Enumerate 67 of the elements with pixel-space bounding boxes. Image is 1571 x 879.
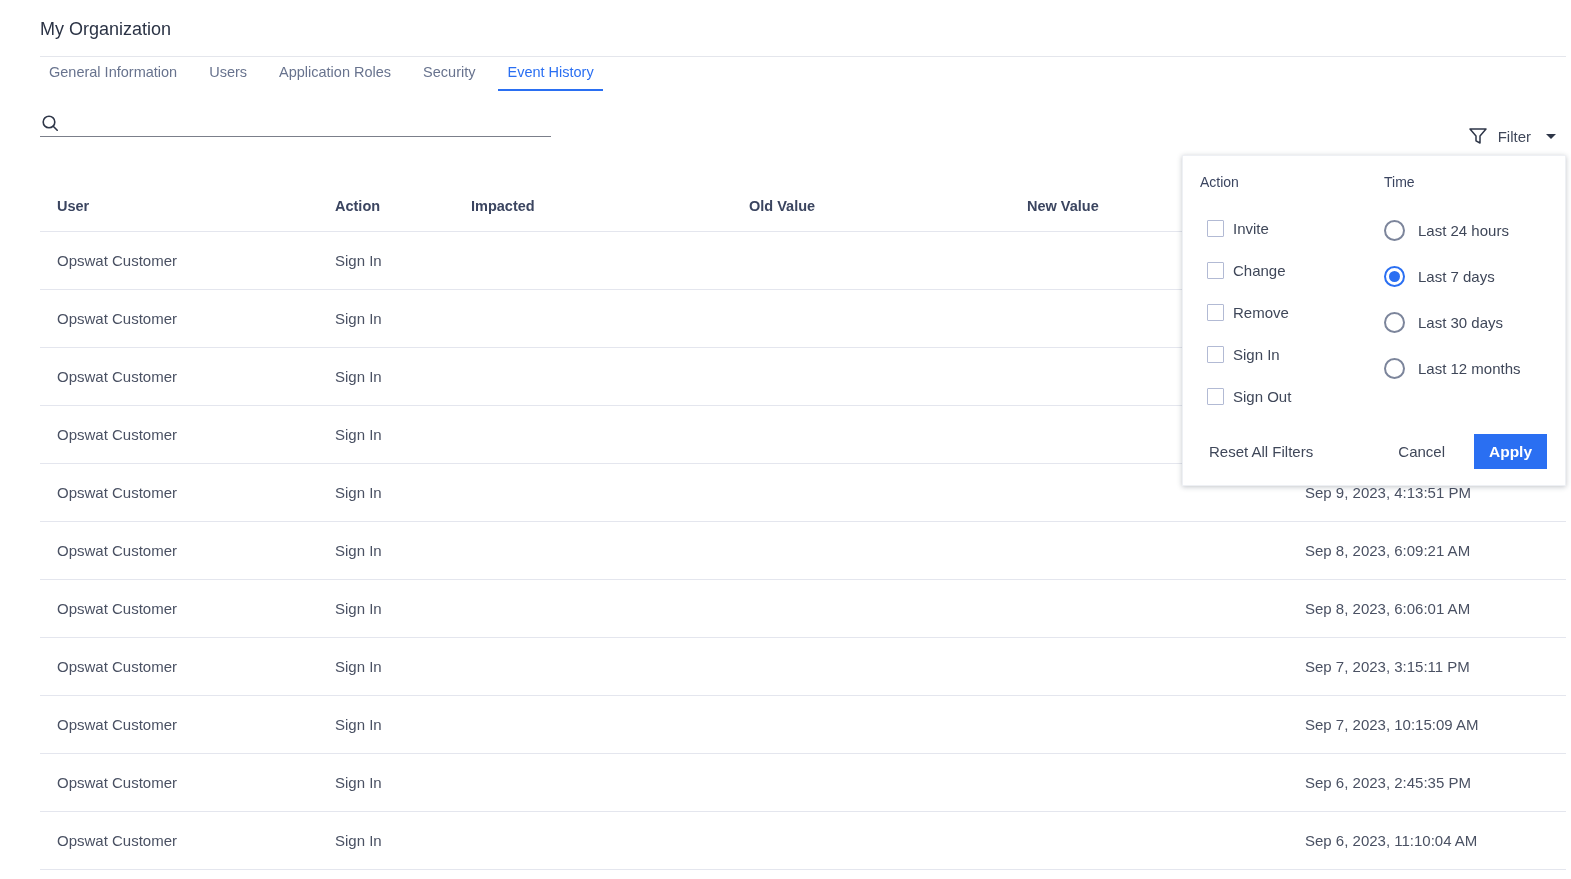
page-title: My Organization [40,18,172,40]
table-cell-text: Sign In [334,716,382,733]
table-cell-text: Sign In [334,426,382,443]
cancel-button[interactable]: Cancel [1389,434,1454,469]
reset-filters-button[interactable]: Reset All Filters [1200,434,1323,469]
radio-button[interactable] [1384,265,1405,287]
table-cell-text: Sign In [334,542,382,559]
table-cell-text: Opswat Customer [56,368,178,385]
table-cell-text: Sign In [334,774,382,791]
table-cell-text: Sep 7, 2023, 10:15:09 AM [1304,716,1479,733]
filter-icon [1468,128,1487,144]
table-cell-text: Opswat Customer [56,484,178,501]
section-heading: Action [1200,174,1239,190]
table-cell-text: Opswat Customer [56,832,178,849]
filter-button[interactable]: Filter [1468,124,1566,148]
tab[interactable]: Application Roles [270,57,401,91]
column-header: Old Value [748,197,816,214]
checkbox-label[interactable]: Remove [1233,303,1289,321]
table-cell-text: Sign In [334,310,382,327]
checkbox[interactable] [1207,261,1224,279]
checkbox-label[interactable]: Invite [1233,219,1269,237]
radio-button[interactable] [1384,357,1405,379]
table-cell-text: Sep 7, 2023, 3:15:11 PM [1304,658,1470,675]
column-header: New Value [1026,197,1099,214]
table-cell-text: Sign In [334,252,382,269]
table-cell-text: Sign In [334,368,382,385]
table-cell-text: Opswat Customer [56,426,178,443]
radio-button[interactable] [1384,219,1405,241]
column-header: User [56,197,90,214]
radio-label[interactable]: Last 24 hours [1418,221,1509,239]
search-icon [42,114,58,131]
checkbox[interactable] [1207,303,1224,321]
section-heading: Time [1384,174,1415,190]
table-cell-text: Sep 8, 2023, 6:06:01 AM [1304,600,1471,617]
table-cell-text: Sign In [334,832,382,849]
radio-button[interactable] [1384,311,1405,333]
table-cell-text: Opswat Customer [56,658,178,675]
column-header: Action [334,197,381,214]
radio-label[interactable]: Last 7 days [1418,267,1495,285]
table-cell-text: Sep 6, 2023, 11:10:04 AM [1304,832,1478,849]
table-cell-text: Opswat Customer [56,252,178,269]
table-cell-text: Sep 9, 2023, 4:13:51 PM [1304,484,1471,501]
tab[interactable]: Users [200,57,257,91]
checkbox-label[interactable]: Sign In [1233,345,1280,363]
table-cell-text: Sep 6, 2023, 2:45:35 PM [1304,774,1471,791]
tab[interactable]: Security [414,57,485,91]
radio-label[interactable]: Last 30 days [1418,313,1504,331]
column-header: Impacted [470,197,535,214]
apply-button[interactable]: Apply [1474,434,1547,469]
table-cell-text: Sep 8, 2023, 6:09:21 AM [1304,542,1471,559]
checkbox[interactable] [1207,219,1224,237]
checkbox[interactable] [1207,387,1224,405]
caret-icon [1546,133,1556,139]
table-cell-text: Opswat Customer [56,542,178,559]
checkbox-label[interactable]: Sign Out [1233,387,1292,405]
table-cell-text: Sign In [334,600,382,617]
table-cell-text: Sign In [334,484,382,501]
checkbox[interactable] [1207,345,1224,363]
tab[interactable]: Event History [498,57,603,91]
table-cell-text: Sign In [334,658,382,675]
table-cell-text: Opswat Customer [56,774,178,791]
radio-label[interactable]: Last 12 months [1418,359,1521,377]
table-cell-text: Opswat Customer [56,310,178,327]
checkbox-label[interactable]: Change [1233,261,1286,279]
tab[interactable]: General Information [40,57,187,91]
table-cell-text: Opswat Customer [56,716,178,733]
table-cell-text: Opswat Customer [56,600,178,617]
